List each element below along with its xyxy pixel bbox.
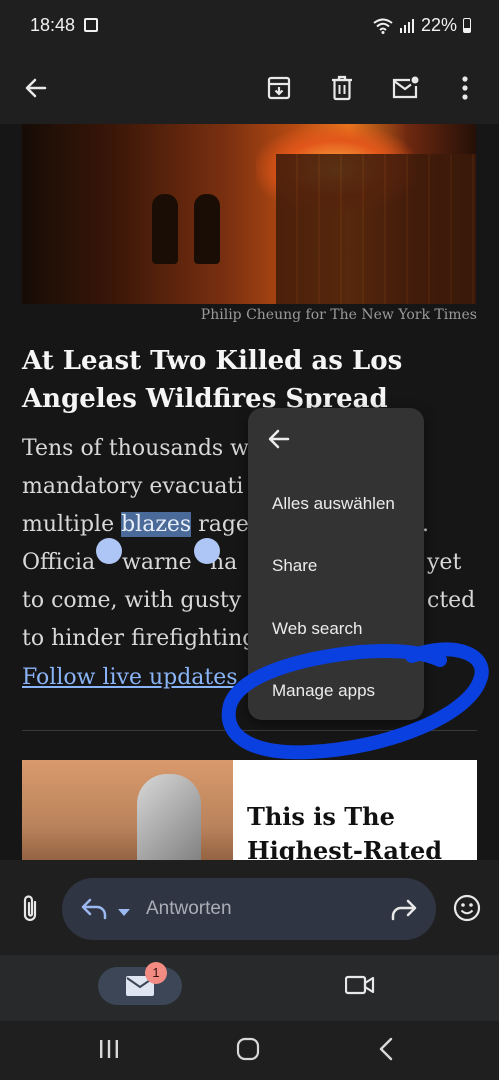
- system-navigation: [0, 1021, 499, 1080]
- reply-bar[interactable]: Antworten: [62, 878, 436, 940]
- forward-icon[interactable]: [390, 897, 418, 926]
- attach-icon[interactable]: [16, 893, 44, 930]
- reply-placeholder[interactable]: Antworten: [146, 898, 232, 920]
- emoji-icon[interactable]: [453, 894, 481, 927]
- recent-apps-icon[interactable]: [98, 1039, 120, 1064]
- home-icon[interactable]: [236, 1037, 260, 1066]
- video-camera-icon: [344, 975, 375, 995]
- bottom-navigation: [0, 955, 499, 1021]
- nav-mail-tab[interactable]: [98, 967, 182, 1005]
- reply-dropdown-icon[interactable]: [118, 904, 130, 922]
- system-back-icon[interactable]: [378, 1037, 394, 1066]
- nav-meet-tab[interactable]: [344, 974, 375, 1001]
- reply-icon[interactable]: [80, 896, 108, 925]
- mail-count-badge: 1: [145, 962, 167, 984]
